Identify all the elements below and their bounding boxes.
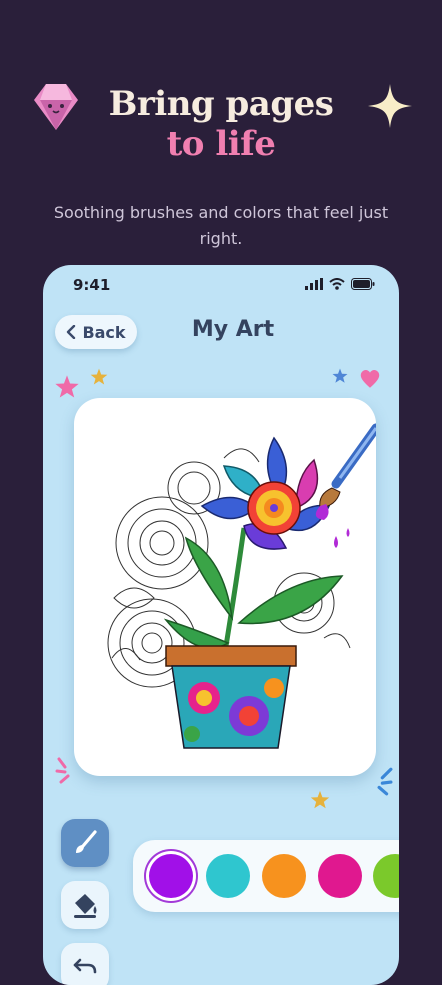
battery-icon	[351, 278, 375, 290]
color-swatch-magenta[interactable]	[318, 854, 362, 898]
color-swatch-orange[interactable]	[262, 854, 306, 898]
coloring-canvas[interactable]	[74, 398, 381, 776]
star-decoration-icon	[332, 368, 348, 383]
color-swatch-green[interactable]	[373, 854, 399, 898]
page-title: My Art	[191, 317, 275, 342]
status-time: 9:41	[73, 276, 111, 294]
wifi-icon	[329, 278, 345, 290]
brush-tool-button[interactable]	[61, 819, 109, 867]
flower-pot-illustration	[107, 423, 381, 749]
undo-icon	[73, 958, 97, 974]
status-icons	[305, 278, 375, 290]
star-decoration-icon	[310, 790, 330, 809]
signal-icon	[305, 278, 323, 290]
brush-icon	[76, 830, 97, 853]
color-palette	[133, 840, 399, 912]
subtitle: Soothing brushes and colors that feel ju…	[53, 203, 389, 248]
hero-title: Bring pages to life	[0, 84, 442, 164]
fill-tool-button[interactable]	[61, 881, 109, 929]
hero-title-line1: Bring pages	[108, 84, 334, 124]
heart-decoration-icon	[360, 370, 380, 388]
tool-bar	[61, 819, 109, 985]
star-decoration-icon	[55, 375, 79, 398]
phone-mockup: 9:41 Back My Art	[43, 265, 399, 985]
hero-title-line2: to life	[166, 124, 276, 164]
status-bar: 9:41	[43, 265, 399, 309]
undo-tool-button[interactable]	[61, 943, 109, 985]
star-decoration-icon	[90, 368, 108, 385]
paint-bucket-icon	[74, 894, 97, 918]
color-swatch-purple[interactable]	[149, 854, 193, 898]
color-swatch-teal[interactable]	[206, 854, 250, 898]
